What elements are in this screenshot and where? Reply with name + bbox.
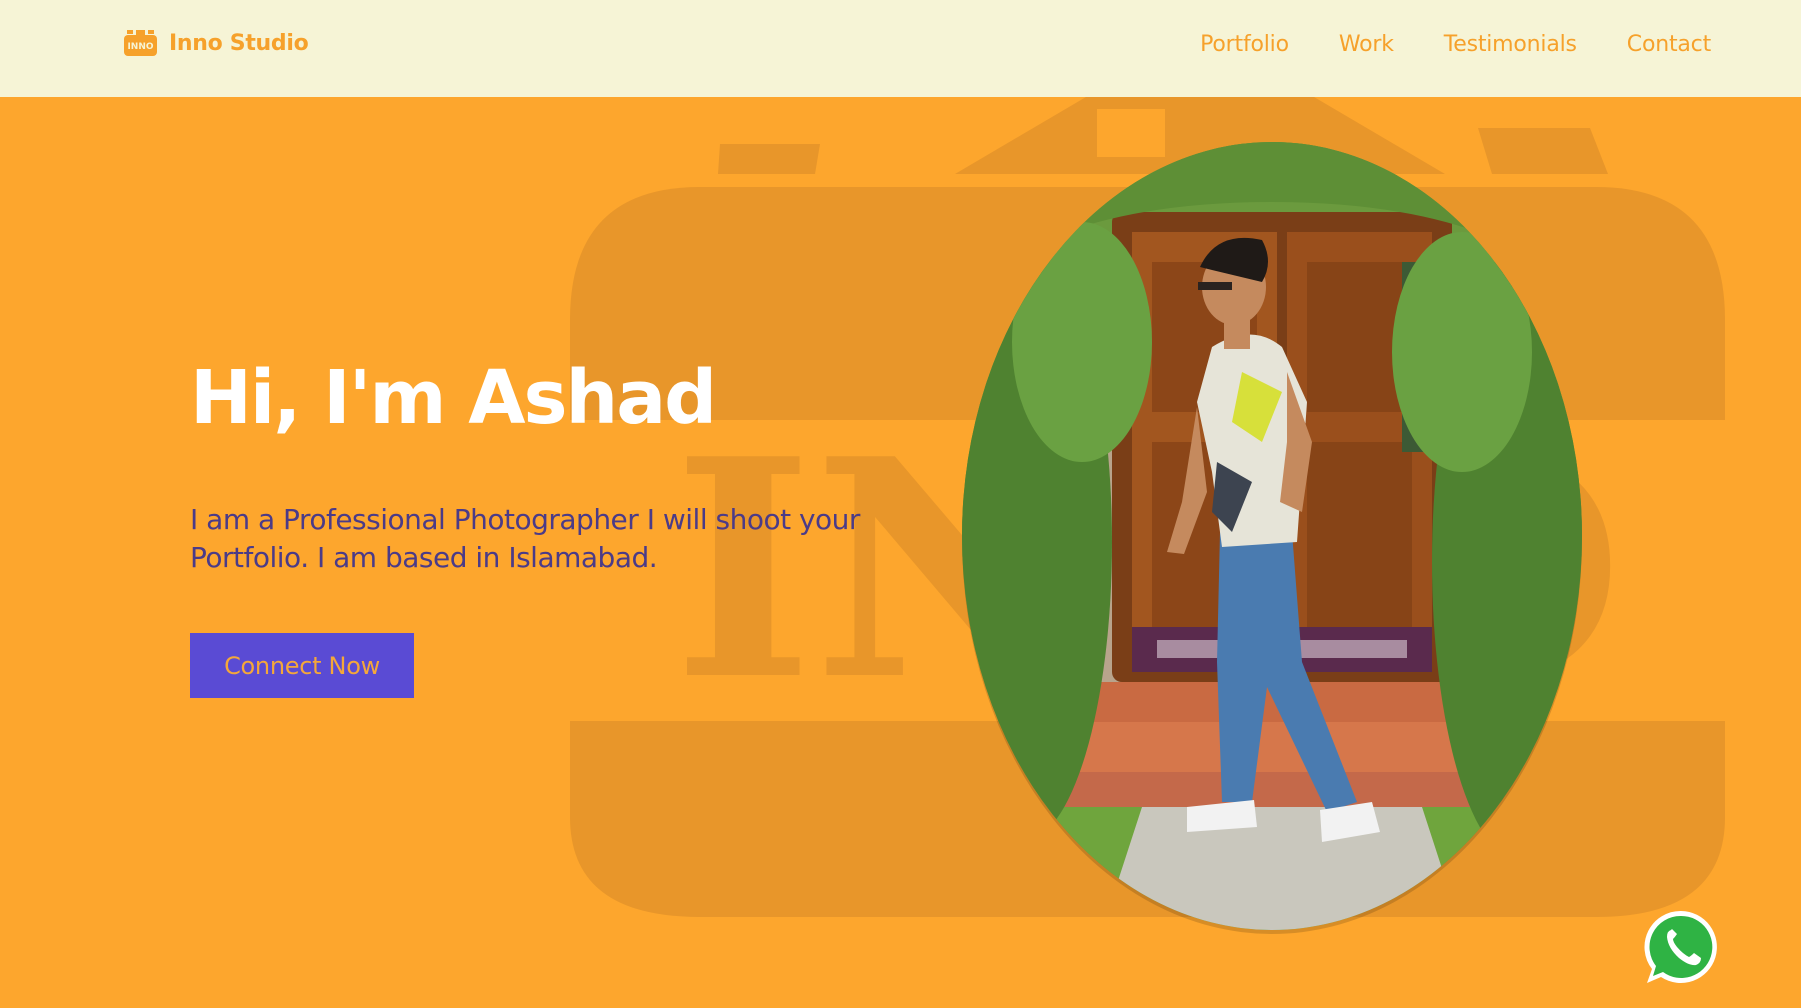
portrait-photo [962, 142, 1582, 930]
nav-work[interactable]: Work [1339, 32, 1394, 57]
svg-text:INNO: INNO [127, 42, 153, 52]
hero-section: INNO Hi, I'm Ashad I am a Professional P… [0, 97, 1801, 1008]
hero-description: I am a Professional Photographer I will … [190, 503, 860, 574]
site-header: INNO Inno Studio Portfolio Work Testimon… [0, 0, 1801, 97]
nav-portfolio[interactable]: Portfolio [1200, 32, 1289, 57]
whatsapp-icon [1644, 910, 1717, 983]
brand-link[interactable]: INNO Inno Studio [124, 30, 309, 56]
brand-name: Inno Studio [169, 30, 309, 56]
nav-contact[interactable]: Contact [1627, 32, 1711, 57]
connect-now-button[interactable]: Connect Now [190, 633, 414, 698]
person-photo-icon [962, 142, 1582, 930]
hero-title: Hi, I'm Ashad [190, 355, 717, 441]
whatsapp-button[interactable] [1641, 907, 1721, 987]
nav-testimonials[interactable]: Testimonials [1444, 32, 1577, 57]
camera-logo-icon: INNO [124, 30, 157, 56]
main-nav: Portfolio Work Testimonials Contact [1200, 32, 1711, 57]
